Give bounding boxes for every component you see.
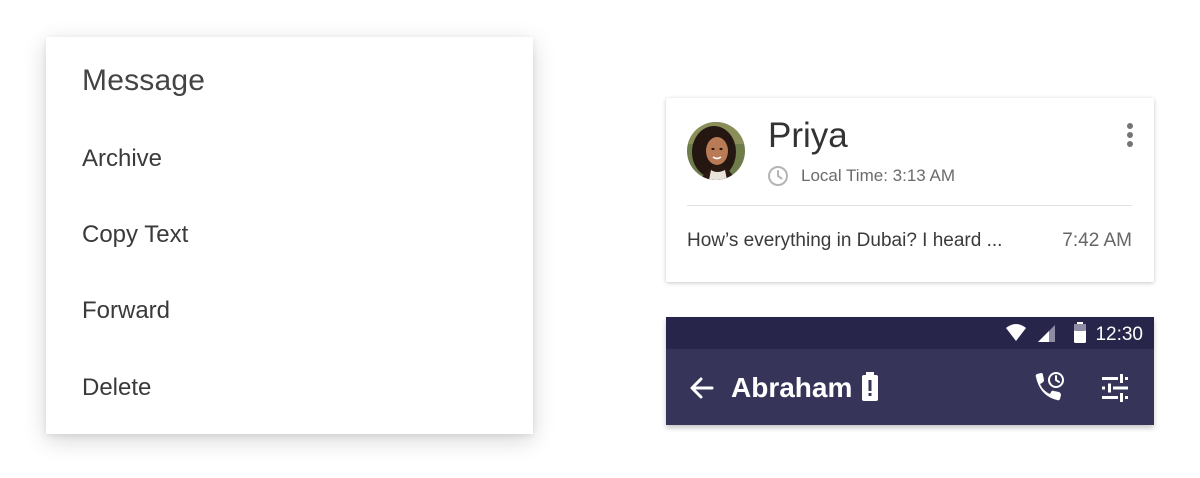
status-time: 12:30 <box>1095 324 1143 345</box>
card-divider <box>687 205 1132 206</box>
last-message-time: 7:42 AM <box>1062 230 1132 251</box>
local-time: Local Time: 3:13 AM <box>801 166 956 185</box>
menu-item-forward[interactable]: Forward <box>82 291 502 331</box>
phone-header: 12:30 Abraham <box>666 317 1154 425</box>
menu-item-archive[interactable]: Archive <box>82 139 502 179</box>
menu-item-copy-text[interactable]: Copy Text <box>82 215 502 255</box>
back-button[interactable] <box>688 374 716 402</box>
tune-icon <box>1102 374 1128 402</box>
more-vertical-icon <box>1127 123 1133 147</box>
arrow-back-icon <box>690 377 714 399</box>
last-message-preview[interactable]: How’s everything in Dubai? I heard ... <box>687 230 1002 252</box>
battery-alert-icon <box>861 372 879 402</box>
menu-item-delete[interactable]: Delete <box>82 368 502 408</box>
wifi-icon <box>1005 323 1027 348</box>
profile-photo-icon <box>687 122 745 180</box>
message-context-menu: Message Archive Copy Text Forward Delete <box>46 37 533 434</box>
more-options-button[interactable] <box>1120 122 1140 150</box>
signal-icon <box>1037 323 1057 348</box>
app-bar: Abraham <box>666 349 1154 425</box>
scheduled-call-icon <box>1035 372 1064 401</box>
conversation-title: Abraham <box>731 372 853 403</box>
status-bar: 12:30 <box>666 317 1154 349</box>
contact-card: Priya Local Time: 3:13 AM How’s everythi… <box>666 98 1154 282</box>
avatar[interactable] <box>687 122 745 180</box>
scheduled-call-button[interactable] <box>1032 371 1066 403</box>
clock-icon <box>767 165 789 187</box>
contact-name: Priya <box>768 116 848 155</box>
battery-icon <box>1073 322 1087 349</box>
menu-title: Message <box>82 64 206 97</box>
tune-button[interactable] <box>1100 373 1130 403</box>
